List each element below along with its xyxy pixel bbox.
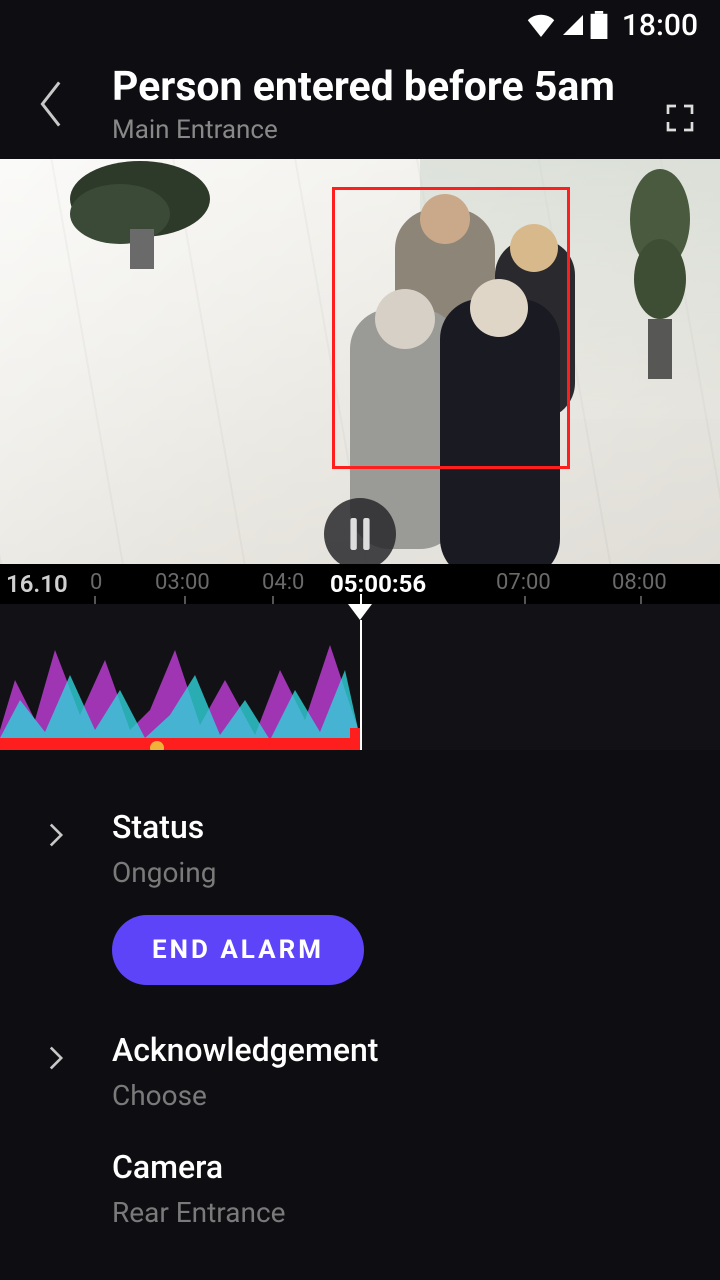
battery-icon: [590, 11, 608, 39]
page-subtitle: Main Entrance: [112, 115, 640, 145]
chevron-left-icon: [37, 80, 67, 128]
timeline-ruler[interactable]: 16.10 0 03:00 04:0 05:00:56 07:00 08:00: [0, 564, 720, 604]
chevron-right-icon: [40, 822, 72, 848]
camera-label: Camera: [112, 1148, 700, 1186]
wifi-icon: [526, 13, 556, 37]
acknowledgement-label: Acknowledgement: [112, 1031, 700, 1069]
event-marker-dot[interactable]: [150, 741, 164, 750]
plant-decor: [610, 169, 710, 389]
pause-icon: [347, 518, 373, 550]
alarm-details: Status Ongoing END ALARM Acknowledgement…: [0, 750, 720, 1247]
status-bar-time: 18:00: [622, 8, 698, 43]
acknowledgement-row[interactable]: Acknowledgement Choose: [0, 1013, 720, 1130]
status-row[interactable]: Status Ongoing END ALARM: [0, 790, 720, 1013]
camera-row[interactable]: Camera Rear Entrance: [0, 1130, 720, 1247]
chevron-right-icon: [40, 1045, 72, 1071]
activity-graph[interactable]: [0, 620, 720, 750]
timeline-date: 16.10: [6, 570, 68, 598]
status-value: Ongoing: [112, 856, 700, 889]
pause-button[interactable]: [324, 498, 396, 564]
fullscreen-icon: [664, 102, 696, 134]
timeline-tick: 04:0: [262, 570, 304, 595]
timeline-tick: 03:00: [155, 570, 210, 595]
page-header: Person entered before 5am Main Entrance: [0, 50, 720, 159]
alarm-span-bar: [0, 738, 360, 750]
plant-decor: [60, 159, 220, 289]
android-status-bar: 18:00: [0, 0, 720, 50]
video-viewport[interactable]: [0, 159, 720, 564]
timeline-tick: 07:00: [496, 570, 551, 595]
back-button[interactable]: [12, 64, 92, 144]
timeline-current-time: 05:00:56: [330, 570, 426, 598]
end-alarm-button[interactable]: END ALARM: [112, 915, 364, 985]
fullscreen-button[interactable]: [660, 98, 700, 138]
page-title: Person entered before 5am: [112, 64, 640, 111]
timeline-tick: 08:00: [612, 570, 667, 595]
cellular-icon: [560, 13, 586, 37]
header-text: Person entered before 5am Main Entrance: [112, 64, 640, 145]
timeline-playhead-icon[interactable]: [348, 604, 372, 620]
timeline-tick: 0: [90, 570, 102, 595]
status-label: Status: [112, 808, 700, 846]
camera-value: Rear Entrance: [112, 1196, 700, 1229]
timeline-scrub-line[interactable]: [360, 620, 362, 750]
acknowledgement-value: Choose: [112, 1079, 700, 1112]
detection-bounding-box: [332, 187, 570, 469]
